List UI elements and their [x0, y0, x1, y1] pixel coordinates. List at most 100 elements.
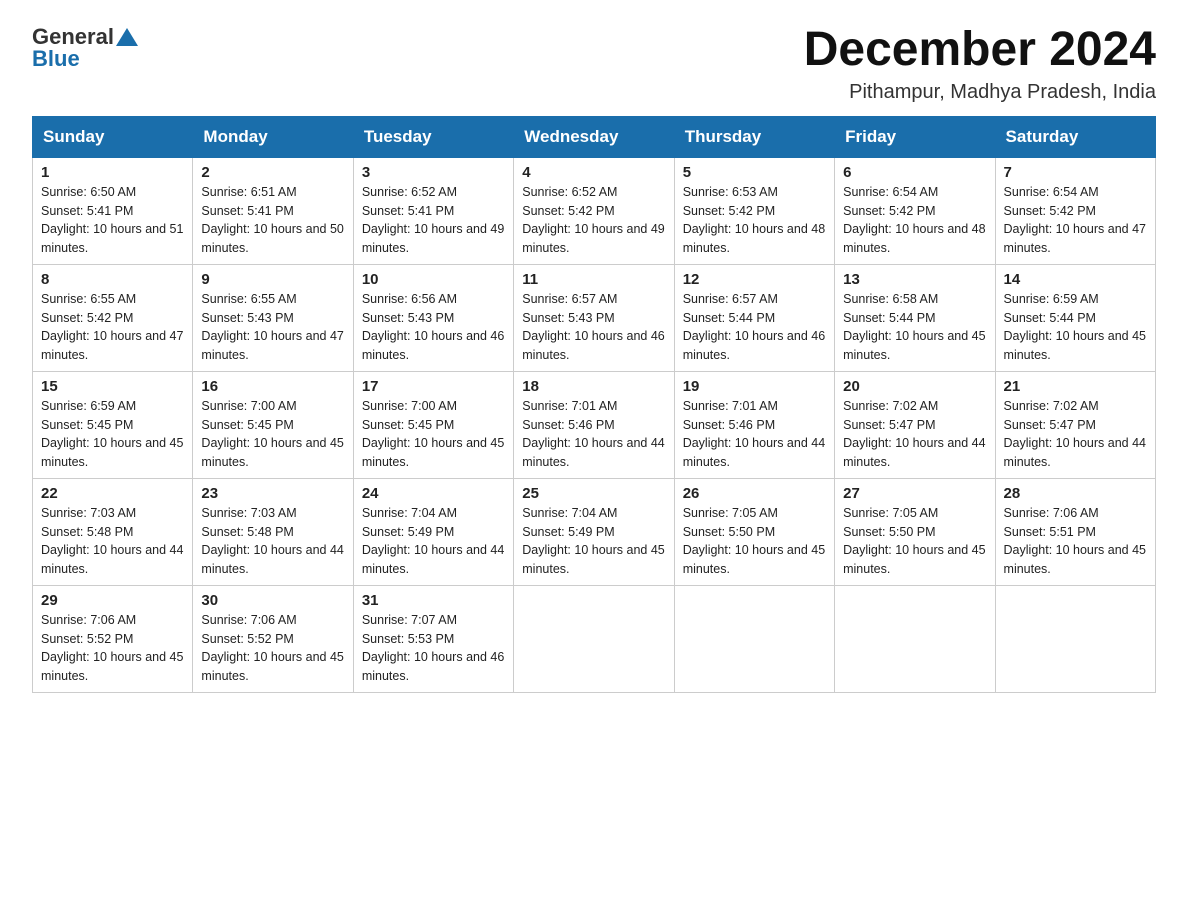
- day-info: Sunrise: 7:01 AMSunset: 5:46 PMDaylight:…: [522, 399, 664, 469]
- calendar-cell: 23 Sunrise: 7:03 AMSunset: 5:48 PMDaylig…: [193, 478, 353, 585]
- day-info: Sunrise: 7:07 AMSunset: 5:53 PMDaylight:…: [362, 613, 504, 683]
- calendar-header-row: SundayMondayTuesdayWednesdayThursdayFrid…: [33, 116, 1156, 157]
- calendar-cell: 28 Sunrise: 7:06 AMSunset: 5:51 PMDaylig…: [995, 478, 1155, 585]
- calendar-cell: 10 Sunrise: 6:56 AMSunset: 5:43 PMDaylig…: [353, 264, 513, 371]
- calendar-cell: 15 Sunrise: 6:59 AMSunset: 5:45 PMDaylig…: [33, 371, 193, 478]
- calendar-cell: [514, 585, 674, 692]
- day-info: Sunrise: 6:52 AMSunset: 5:41 PMDaylight:…: [362, 185, 504, 255]
- title-block: December 2024 Pithampur, Madhya Pradesh,…: [804, 24, 1156, 104]
- calendar-cell: 6 Sunrise: 6:54 AMSunset: 5:42 PMDayligh…: [835, 157, 995, 264]
- day-number: 31: [362, 592, 505, 609]
- day-info: Sunrise: 7:05 AMSunset: 5:50 PMDaylight:…: [683, 506, 825, 576]
- day-info: Sunrise: 6:58 AMSunset: 5:44 PMDaylight:…: [843, 292, 985, 362]
- week-row-2: 8 Sunrise: 6:55 AMSunset: 5:42 PMDayligh…: [33, 264, 1156, 371]
- calendar-header-thursday: Thursday: [674, 116, 834, 157]
- page-header: General Blue December 2024 Pithampur, Ma…: [32, 24, 1156, 104]
- week-row-1: 1 Sunrise: 6:50 AMSunset: 5:41 PMDayligh…: [33, 157, 1156, 264]
- calendar-cell: 24 Sunrise: 7:04 AMSunset: 5:49 PMDaylig…: [353, 478, 513, 585]
- week-row-5: 29 Sunrise: 7:06 AMSunset: 5:52 PMDaylig…: [33, 585, 1156, 692]
- day-info: Sunrise: 6:52 AMSunset: 5:42 PMDaylight:…: [522, 185, 664, 255]
- day-number: 1: [41, 164, 184, 181]
- calendar-cell: 3 Sunrise: 6:52 AMSunset: 5:41 PMDayligh…: [353, 157, 513, 264]
- calendar-cell: 29 Sunrise: 7:06 AMSunset: 5:52 PMDaylig…: [33, 585, 193, 692]
- day-info: Sunrise: 6:55 AMSunset: 5:42 PMDaylight:…: [41, 292, 183, 362]
- month-title: December 2024: [804, 24, 1156, 77]
- calendar-cell: 7 Sunrise: 6:54 AMSunset: 5:42 PMDayligh…: [995, 157, 1155, 264]
- day-info: Sunrise: 7:06 AMSunset: 5:51 PMDaylight:…: [1004, 506, 1146, 576]
- day-number: 7: [1004, 164, 1147, 181]
- day-number: 25: [522, 485, 665, 502]
- logo-blue-text: Blue: [32, 46, 80, 72]
- day-number: 11: [522, 271, 665, 288]
- day-info: Sunrise: 6:57 AMSunset: 5:44 PMDaylight:…: [683, 292, 825, 362]
- day-number: 5: [683, 164, 826, 181]
- day-number: 17: [362, 378, 505, 395]
- day-info: Sunrise: 6:51 AMSunset: 5:41 PMDaylight:…: [201, 185, 343, 255]
- day-number: 29: [41, 592, 184, 609]
- day-info: Sunrise: 6:54 AMSunset: 5:42 PMDaylight:…: [1004, 185, 1146, 255]
- day-number: 20: [843, 378, 986, 395]
- calendar-cell: 25 Sunrise: 7:04 AMSunset: 5:49 PMDaylig…: [514, 478, 674, 585]
- calendar-header-wednesday: Wednesday: [514, 116, 674, 157]
- day-info: Sunrise: 6:59 AMSunset: 5:44 PMDaylight:…: [1004, 292, 1146, 362]
- calendar-cell: [995, 585, 1155, 692]
- day-number: 16: [201, 378, 344, 395]
- calendar-cell: 5 Sunrise: 6:53 AMSunset: 5:42 PMDayligh…: [674, 157, 834, 264]
- day-info: Sunrise: 7:03 AMSunset: 5:48 PMDaylight:…: [201, 506, 343, 576]
- day-number: 24: [362, 485, 505, 502]
- calendar-cell: 21 Sunrise: 7:02 AMSunset: 5:47 PMDaylig…: [995, 371, 1155, 478]
- day-info: Sunrise: 7:03 AMSunset: 5:48 PMDaylight:…: [41, 506, 183, 576]
- day-number: 12: [683, 271, 826, 288]
- calendar-cell: 14 Sunrise: 6:59 AMSunset: 5:44 PMDaylig…: [995, 264, 1155, 371]
- calendar-header-friday: Friday: [835, 116, 995, 157]
- day-number: 28: [1004, 485, 1147, 502]
- day-info: Sunrise: 6:59 AMSunset: 5:45 PMDaylight:…: [41, 399, 183, 469]
- day-number: 23: [201, 485, 344, 502]
- day-number: 27: [843, 485, 986, 502]
- calendar-cell: 13 Sunrise: 6:58 AMSunset: 5:44 PMDaylig…: [835, 264, 995, 371]
- day-info: Sunrise: 6:50 AMSunset: 5:41 PMDaylight:…: [41, 185, 183, 255]
- calendar-cell: 26 Sunrise: 7:05 AMSunset: 5:50 PMDaylig…: [674, 478, 834, 585]
- day-number: 18: [522, 378, 665, 395]
- logo-triangle-icon: [116, 26, 138, 48]
- day-info: Sunrise: 7:02 AMSunset: 5:47 PMDaylight:…: [843, 399, 985, 469]
- day-number: 14: [1004, 271, 1147, 288]
- day-number: 15: [41, 378, 184, 395]
- day-number: 22: [41, 485, 184, 502]
- day-info: Sunrise: 7:02 AMSunset: 5:47 PMDaylight:…: [1004, 399, 1146, 469]
- day-info: Sunrise: 6:57 AMSunset: 5:43 PMDaylight:…: [522, 292, 664, 362]
- calendar-cell: 11 Sunrise: 6:57 AMSunset: 5:43 PMDaylig…: [514, 264, 674, 371]
- day-number: 26: [683, 485, 826, 502]
- day-number: 10: [362, 271, 505, 288]
- calendar-cell: 8 Sunrise: 6:55 AMSunset: 5:42 PMDayligh…: [33, 264, 193, 371]
- calendar-cell: 20 Sunrise: 7:02 AMSunset: 5:47 PMDaylig…: [835, 371, 995, 478]
- day-info: Sunrise: 6:55 AMSunset: 5:43 PMDaylight:…: [201, 292, 343, 362]
- calendar-header-saturday: Saturday: [995, 116, 1155, 157]
- calendar-cell: 22 Sunrise: 7:03 AMSunset: 5:48 PMDaylig…: [33, 478, 193, 585]
- calendar-cell: [674, 585, 834, 692]
- day-info: Sunrise: 7:01 AMSunset: 5:46 PMDaylight:…: [683, 399, 825, 469]
- calendar-cell: 17 Sunrise: 7:00 AMSunset: 5:45 PMDaylig…: [353, 371, 513, 478]
- day-number: 19: [683, 378, 826, 395]
- day-number: 13: [843, 271, 986, 288]
- day-number: 6: [843, 164, 986, 181]
- day-info: Sunrise: 7:06 AMSunset: 5:52 PMDaylight:…: [41, 613, 183, 683]
- week-row-4: 22 Sunrise: 7:03 AMSunset: 5:48 PMDaylig…: [33, 478, 1156, 585]
- calendar-cell: 27 Sunrise: 7:05 AMSunset: 5:50 PMDaylig…: [835, 478, 995, 585]
- calendar-header-monday: Monday: [193, 116, 353, 157]
- day-info: Sunrise: 7:00 AMSunset: 5:45 PMDaylight:…: [362, 399, 504, 469]
- day-info: Sunrise: 7:04 AMSunset: 5:49 PMDaylight:…: [362, 506, 504, 576]
- calendar-cell: [835, 585, 995, 692]
- day-number: 3: [362, 164, 505, 181]
- day-info: Sunrise: 7:06 AMSunset: 5:52 PMDaylight:…: [201, 613, 343, 683]
- calendar-cell: 1 Sunrise: 6:50 AMSunset: 5:41 PMDayligh…: [33, 157, 193, 264]
- day-number: 4: [522, 164, 665, 181]
- day-info: Sunrise: 7:04 AMSunset: 5:49 PMDaylight:…: [522, 506, 664, 576]
- day-info: Sunrise: 6:53 AMSunset: 5:42 PMDaylight:…: [683, 185, 825, 255]
- calendar-table: SundayMondayTuesdayWednesdayThursdayFrid…: [32, 116, 1156, 693]
- calendar-header-tuesday: Tuesday: [353, 116, 513, 157]
- calendar-cell: 31 Sunrise: 7:07 AMSunset: 5:53 PMDaylig…: [353, 585, 513, 692]
- calendar-cell: 2 Sunrise: 6:51 AMSunset: 5:41 PMDayligh…: [193, 157, 353, 264]
- calendar-cell: 9 Sunrise: 6:55 AMSunset: 5:43 PMDayligh…: [193, 264, 353, 371]
- day-info: Sunrise: 7:05 AMSunset: 5:50 PMDaylight:…: [843, 506, 985, 576]
